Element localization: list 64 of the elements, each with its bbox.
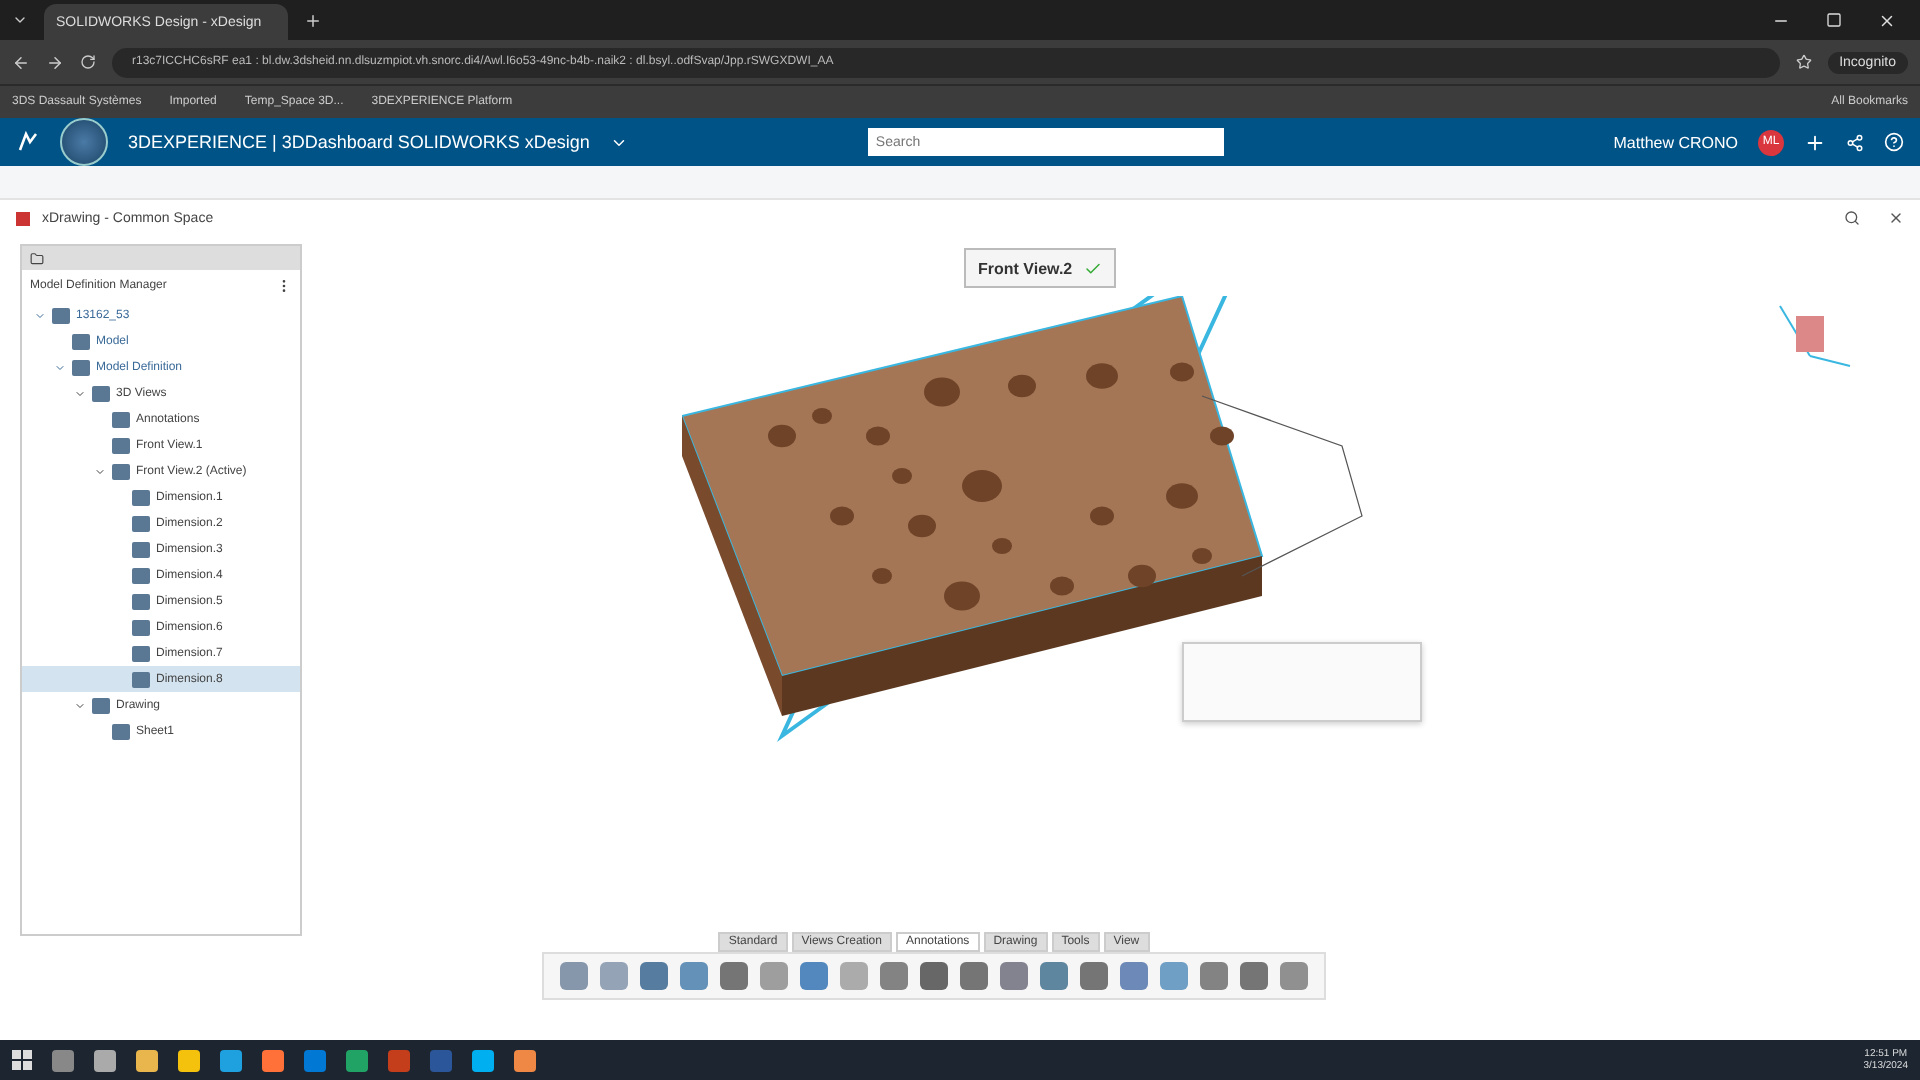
forward-icon[interactable] [46,53,64,71]
tool-icon[interactable] [880,962,908,990]
close-icon[interactable] [1888,210,1904,226]
help-icon[interactable] [1884,132,1904,152]
tree-node-icon [112,463,130,479]
tree-node-icon [72,359,90,375]
tree-node-icon [132,645,150,661]
app-title[interactable]: 3DEXPERIENCE | 3DDashboard SOLIDWORKS xDesign [128,132,590,152]
taskbar-app-icon[interactable] [178,1049,200,1071]
tree-node-icon [132,541,150,557]
new-tab-icon[interactable] [304,11,322,29]
taskbar-app-icon[interactable] [94,1049,116,1071]
tool-icon[interactable] [680,962,708,990]
tool-icon[interactable] [1160,962,1188,990]
view-name-label: Front View.2 [978,259,1073,277]
tool-icon[interactable] [1240,962,1268,990]
tool-icon[interactable] [1200,962,1228,990]
tree-node-icon [92,697,110,713]
plus-icon[interactable] [1804,131,1826,153]
star-icon[interactable] [1795,54,1812,70]
tree-node-icon [112,723,130,739]
tool-icon[interactable] [560,962,588,990]
tool-icon[interactable] [960,962,988,990]
tool-icon[interactable] [1080,962,1108,990]
tool-icon[interactable] [920,962,948,990]
tool-icon[interactable] [640,962,668,990]
taskbar-app-icon[interactable] [472,1049,494,1071]
taskbar-app-icon[interactable] [136,1049,158,1071]
tree-node-icon [112,437,130,453]
tab-menu-icon[interactable] [12,12,28,28]
taskbar-app-icon[interactable] [52,1049,74,1071]
tree-node-icon [132,489,150,505]
user-name: Matthew CRONO [1613,133,1738,151]
app-icon [16,211,30,225]
tool-icon[interactable] [800,962,828,990]
share-icon[interactable] [1846,133,1864,151]
search-icon[interactable] [1844,210,1860,226]
maximize-icon[interactable] [1826,12,1842,28]
tool-icon[interactable] [1000,962,1028,990]
tool-icon[interactable] [720,962,748,990]
back-icon[interactable] [12,53,30,71]
taskbar-app-icon[interactable] [514,1049,536,1071]
tree-node-icon [132,671,150,687]
tree-node-icon [92,385,110,401]
tree-node-icon [112,411,130,427]
windows-icon[interactable] [12,1050,32,1070]
tree-node-icon [132,515,150,531]
tree-node-icon [132,619,150,635]
taskbar-app-icon[interactable] [262,1049,284,1071]
tool-icon[interactable] [1280,962,1308,990]
compass-icon[interactable] [60,118,108,166]
check-icon[interactable] [1084,259,1103,277]
logo-icon [16,130,40,154]
folder-icon[interactable] [30,251,44,265]
tree-node-icon [132,567,150,583]
tool-icon[interactable] [1120,962,1148,990]
taskbar-app-icon[interactable] [220,1049,242,1071]
reload-icon[interactable] [80,54,96,70]
tree-node-icon [52,307,70,323]
tree-node-icon [72,333,90,349]
tool-icon[interactable] [760,962,788,990]
tool-icon[interactable] [1040,962,1068,990]
tree-node-icon [132,593,150,609]
taskbar-app-icon[interactable] [346,1049,368,1071]
